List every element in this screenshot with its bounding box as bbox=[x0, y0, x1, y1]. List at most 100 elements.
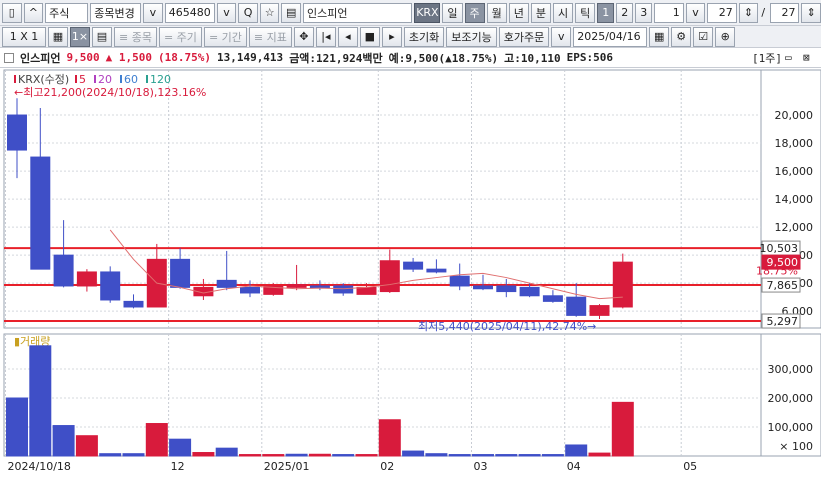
x-tick-label: 02 bbox=[380, 460, 394, 473]
close-icon[interactable]: ⊠ bbox=[803, 51, 810, 64]
candle-body bbox=[589, 305, 610, 316]
stock-name-field: 인스피언 bbox=[302, 2, 413, 23]
gear-icon[interactable]: ⚙ bbox=[671, 26, 692, 47]
stock-chart[interactable]: 6,0008,00010,00012,00014,00016,00018,000… bbox=[0, 68, 821, 480]
chevron-down-icon[interactable]: v bbox=[551, 26, 572, 47]
next-icon[interactable]: ▸ bbox=[381, 26, 402, 47]
info-change-pct: (18.75%) bbox=[157, 51, 211, 64]
stock-code-input[interactable]: 465480 bbox=[164, 2, 215, 23]
single-layout-icon[interactable]: 1× bbox=[70, 26, 90, 47]
candle-body bbox=[216, 279, 237, 288]
volume-bar bbox=[565, 444, 588, 457]
stop-icon[interactable]: ■ bbox=[359, 26, 380, 47]
volume-bar bbox=[448, 454, 471, 457]
prev-icon[interactable]: ◂ bbox=[337, 26, 358, 47]
period-day-tab[interactable]: 일 bbox=[442, 2, 463, 23]
info-volume: 13,149,413 bbox=[216, 51, 284, 64]
info-high: 고:10,110 bbox=[504, 51, 561, 65]
candle-body bbox=[379, 260, 400, 293]
number-1-button[interactable]: 1 bbox=[597, 2, 615, 23]
info-price: 9,500 bbox=[66, 51, 100, 64]
period-week-tab[interactable]: 주 bbox=[464, 2, 485, 23]
price-panel: 6,0008,00010,00012,00014,00016,00018,000… bbox=[3, 69, 821, 333]
period-hour-tab[interactable]: 시 bbox=[553, 2, 574, 23]
candle-body bbox=[53, 254, 74, 287]
y-tick-label: 12,000 bbox=[775, 221, 814, 234]
period-month-tab[interactable]: 월 bbox=[486, 2, 507, 23]
chevron-down-icon[interactable]: v bbox=[216, 2, 237, 23]
count-input[interactable]: 1 bbox=[654, 2, 684, 23]
legend-marker bbox=[94, 75, 96, 83]
number-2-button[interactable]: 2 bbox=[616, 2, 634, 23]
price-tag: 7,865 bbox=[767, 279, 799, 292]
aux-function-button[interactable]: 보조기능 bbox=[446, 26, 497, 47]
period-tick-tab[interactable]: 틱 bbox=[575, 2, 596, 23]
exchange-badge[interactable]: KRX bbox=[414, 2, 441, 23]
spinner-icon[interactable]: ⇕ bbox=[801, 2, 821, 23]
news-icon[interactable]: ▤ bbox=[281, 2, 301, 23]
price-info-bar: 인스피언 9,500 ▲ 1,500 (18.75%) 13,149,413 금… bbox=[0, 48, 821, 68]
date-input[interactable]: 2025/04/16 bbox=[573, 26, 648, 47]
caret-up-icon[interactable]: ^ bbox=[23, 2, 44, 23]
calendar-icon[interactable]: ▦ bbox=[649, 26, 670, 47]
mode-select[interactable]: 주식 bbox=[45, 2, 89, 23]
volume-bar bbox=[332, 454, 355, 457]
info-checkbox[interactable] bbox=[4, 52, 14, 63]
minimize-icon[interactable]: ▭ bbox=[785, 51, 792, 64]
stock-compare-button[interactable]: ≡ 종목 bbox=[114, 26, 157, 47]
table-icon[interactable]: ▤ bbox=[92, 26, 112, 47]
legend-item: 60 bbox=[124, 73, 138, 86]
volume-bar bbox=[518, 454, 541, 457]
candle-body bbox=[76, 271, 97, 287]
info-change: ▲ 1,500 bbox=[105, 51, 152, 64]
period-year-tab[interactable]: 년 bbox=[508, 2, 529, 23]
volume-bar bbox=[75, 435, 98, 457]
candle-body bbox=[170, 258, 191, 288]
spinner-icon[interactable]: ⇕ bbox=[738, 2, 759, 23]
grid-icon[interactable]: ▦ bbox=[48, 26, 68, 47]
change-stock-select[interactable]: 종목변경 bbox=[90, 2, 142, 23]
indicator-button[interactable]: ≡ 지표 bbox=[248, 26, 292, 47]
order-book-button[interactable]: 호가주문 bbox=[498, 26, 550, 47]
layout-button[interactable]: 1 X 1 bbox=[2, 26, 46, 47]
y-tick-label: 20,000 bbox=[775, 109, 814, 122]
candle-body bbox=[123, 300, 144, 308]
chevron-down-icon[interactable]: v bbox=[143, 2, 163, 23]
y-tick-label: 100,000 bbox=[768, 421, 814, 434]
y-tick-label: 18,000 bbox=[775, 137, 814, 150]
candle-body bbox=[496, 285, 517, 293]
star-icon[interactable]: ☆ bbox=[259, 2, 280, 23]
candle-body bbox=[542, 295, 563, 302]
number-3-button[interactable]: 3 bbox=[635, 2, 653, 23]
chart-toolbar: 1 X 1 ▦ 1× ▤ ≡ 종목 = 주기 = 기간 ≡ 지표 ✥ |◂ ◂ … bbox=[0, 26, 821, 48]
volume-bar bbox=[541, 454, 564, 457]
info-unit[interactable]: [1주] bbox=[752, 50, 782, 66]
search-icon[interactable]: Q bbox=[238, 2, 258, 23]
reset-button[interactable]: 초기화 bbox=[403, 26, 445, 47]
y-tick-label: 300,000 bbox=[768, 363, 814, 376]
legend-item: KRX(수정) bbox=[18, 73, 69, 86]
crosshair-icon[interactable]: ✥ bbox=[293, 26, 314, 47]
chevron-down-icon[interactable]: v bbox=[685, 2, 706, 23]
legend-marker bbox=[120, 75, 122, 83]
add-icon[interactable]: ⊕ bbox=[715, 26, 736, 47]
volume-bar bbox=[239, 454, 261, 457]
first-icon[interactable]: |◂ bbox=[315, 26, 336, 47]
x-tick-label: 12 bbox=[171, 460, 185, 473]
candle-body bbox=[612, 261, 633, 308]
checkbox-icon[interactable]: ☑ bbox=[693, 26, 714, 47]
volume-bar bbox=[262, 454, 285, 457]
cycle-button[interactable]: = 주기 bbox=[158, 26, 202, 47]
period-button[interactable]: = 기간 bbox=[203, 26, 247, 47]
candle-body bbox=[333, 285, 354, 294]
volume-bar bbox=[6, 397, 28, 457]
y-tick-label: 16,000 bbox=[775, 165, 814, 178]
page-input[interactable]: 27 bbox=[707, 2, 737, 23]
panel-toggle-button[interactable]: ▯ bbox=[2, 2, 22, 23]
info-stock-name: 인스피언 bbox=[20, 51, 61, 65]
period-minute-tab[interactable]: 분 bbox=[530, 2, 552, 23]
candle-body bbox=[566, 296, 587, 316]
volume-bar bbox=[611, 401, 634, 457]
info-expected: 예:9,500(▲18.75%) bbox=[388, 51, 499, 65]
candle-body bbox=[519, 286, 540, 297]
